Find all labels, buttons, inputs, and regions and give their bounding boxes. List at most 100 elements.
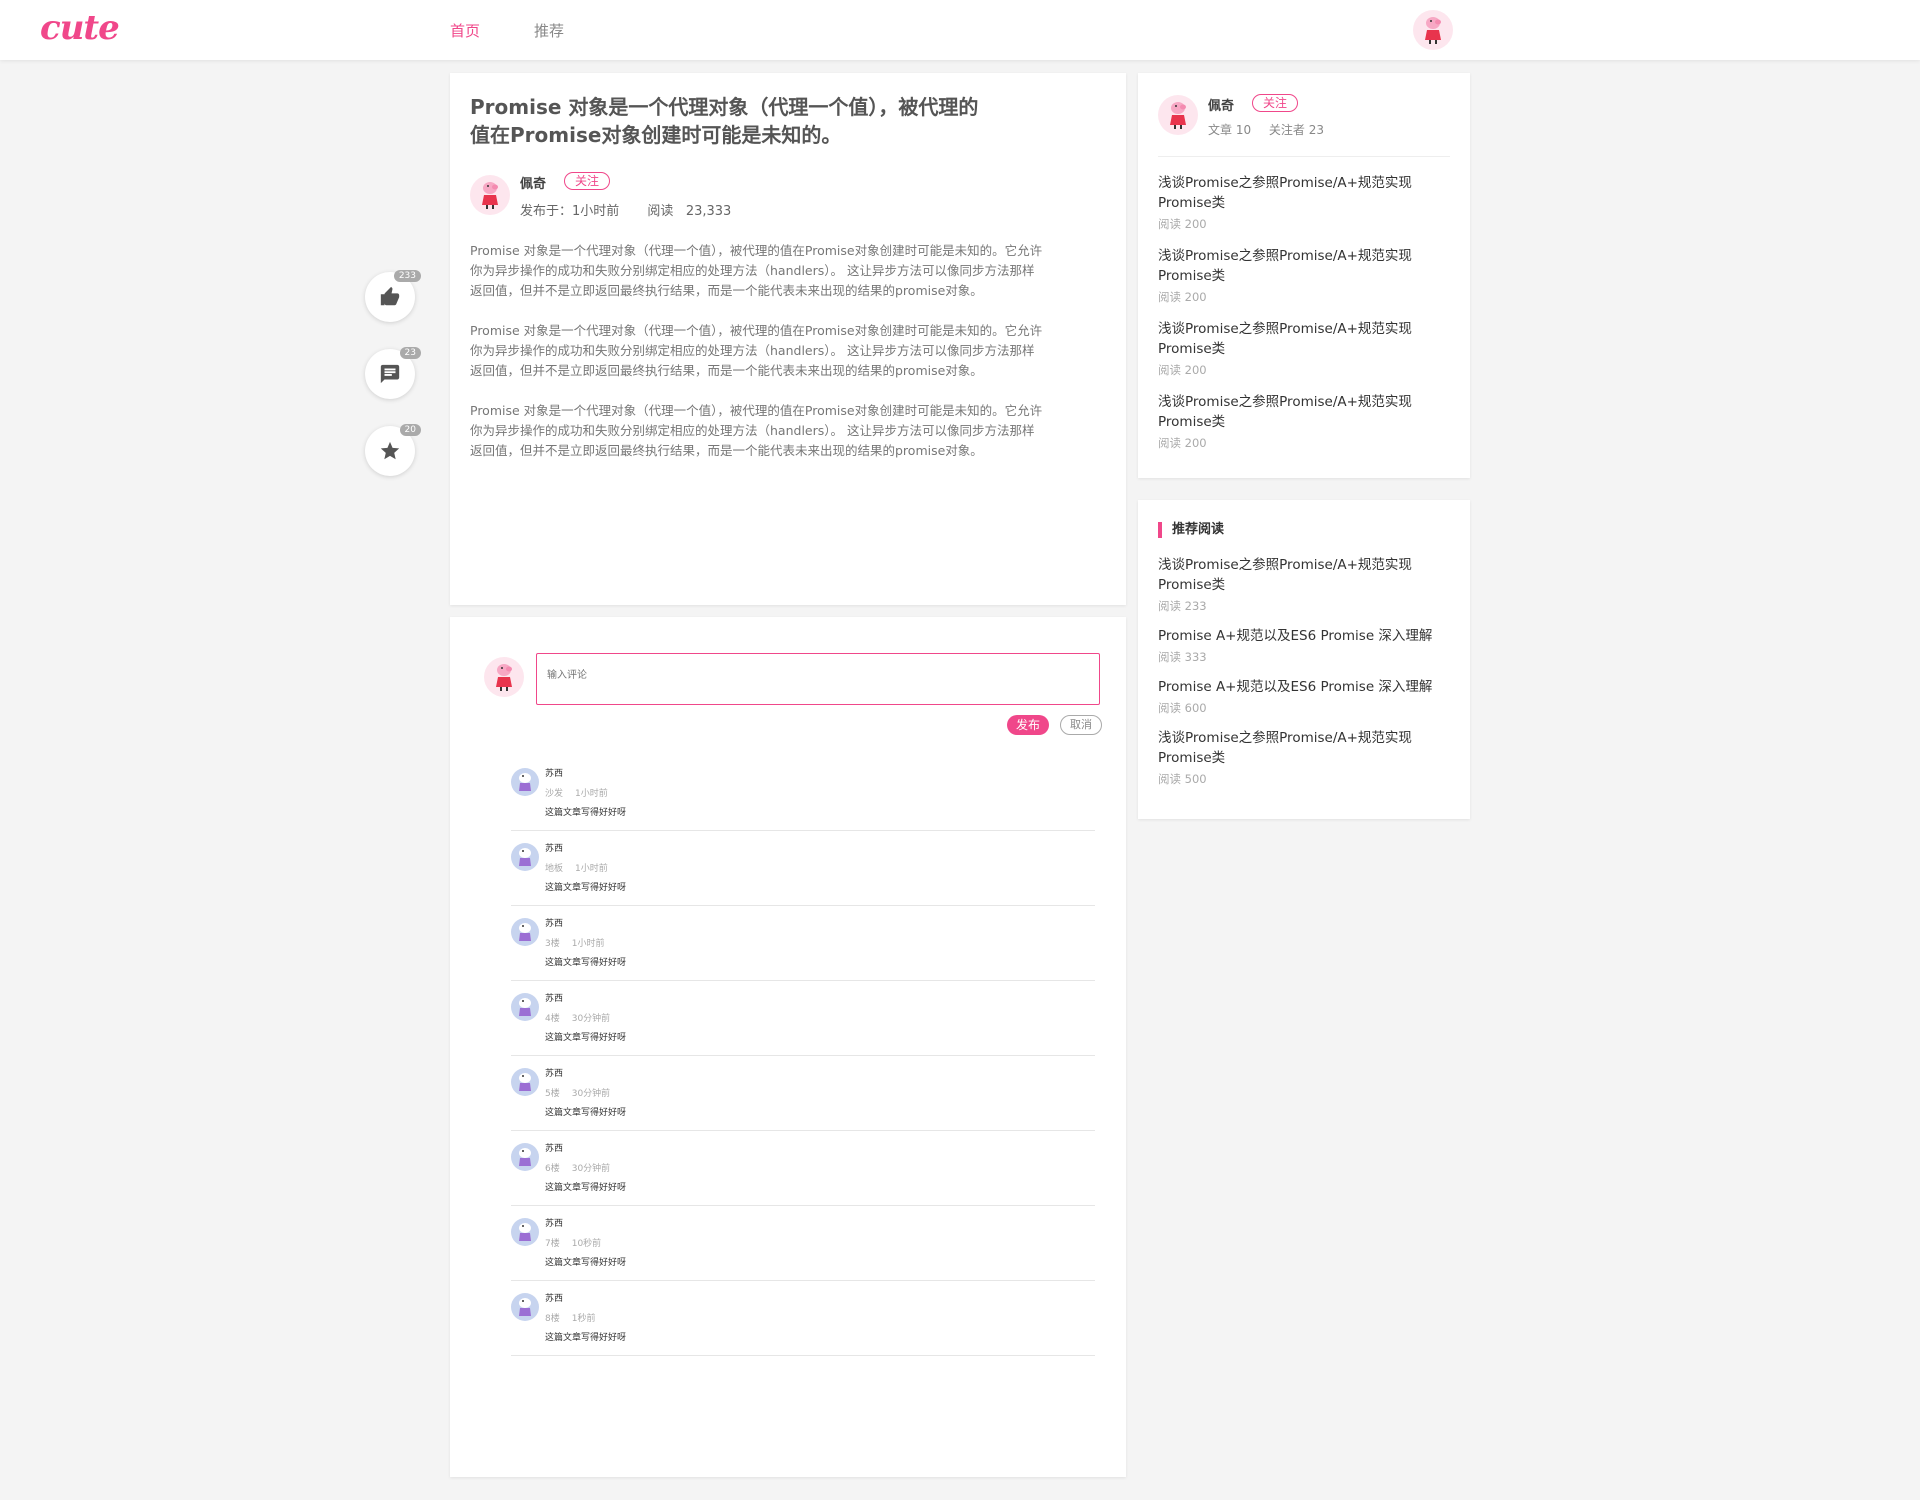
star-count-badge: 20 [399,424,421,436]
thumbs-up-icon [380,286,400,306]
list-item[interactable]: 浅谈Promise之参照Promise/A+规范实现Promise类 阅读 50… [1158,728,1448,787]
post-title[interactable]: 浅谈Promise之参照Promise/A+规范实现Promise类 [1158,728,1448,768]
commenter-avatar[interactable] [511,993,539,1021]
list-item[interactable]: Promise A+规范以及ES6 Promise 深入理解 阅读 600 [1158,677,1448,716]
commenter-avatar[interactable] [511,1143,539,1171]
comments-card: 发布 取消 苏西 沙发 1小时前 这篇文章写得好好呀 苏西 地板 1小时前 这篇文章… [450,617,1126,1477]
comment-text: 这篇文章写得好好呀 [545,883,627,893]
divider [1158,156,1450,157]
comment-time: 30分钟前 [571,1089,611,1099]
follow-button[interactable]: 关注 [564,172,610,190]
comment-time: 30分钟前 [571,1164,611,1174]
commenter-name: 苏西 [545,1144,564,1154]
post-title[interactable]: Promise A+规范以及ES6 Promise 深入理解 [1158,626,1448,646]
author-avatar[interactable] [470,175,510,215]
list-item[interactable]: 浅谈Promise之参照Promise/A+规范实现Promise类 阅读 23… [1158,555,1448,614]
comment-meta: 4楼 30分钟前 [545,1011,622,1024]
article-paragraph: Promise 对象是一个代理对象（代理一个值），被代理的值在Promise对象… [470,403,1043,458]
comment-text: 这篇文章写得好好呀 [545,808,627,818]
comment-meta: 沙发 1小时前 [545,786,620,799]
post-reads: 阅读 200 [1158,290,1207,304]
commenter-name: 苏西 [545,769,564,779]
post-reads: 阅读 200 [1158,436,1207,450]
suzy-avatar-icon [519,1148,531,1166]
post-reads: 阅读 500 [1158,772,1207,786]
comment-item: 苏西 5楼 30分钟前 这篇文章写得好好呀 [511,1056,1095,1131]
list-item[interactable]: 浅谈Promise之参照Promise/A+规范实现Promise类 阅读 20… [1158,319,1448,378]
read-count: 阅读 23,333 [647,204,732,219]
suzy-avatar-icon [519,848,531,866]
author-avatar[interactable] [1158,95,1198,135]
publish-button[interactable]: 发布 [1007,715,1049,735]
comment-floor: 3楼 [545,939,560,949]
suzy-avatar-icon [519,923,531,941]
post-title[interactable]: 浅谈Promise之参照Promise/A+规范实现Promise类 [1158,392,1448,432]
author-name[interactable]: 佩奇 [1208,95,1234,114]
comment-meta: 7楼 10秒前 [545,1236,613,1249]
commenter-avatar[interactable] [511,1218,539,1246]
list-item[interactable]: 浅谈Promise之参照Promise/A+规范实现Promise类 阅读 20… [1158,392,1448,451]
user-avatar[interactable] [1413,10,1453,50]
commenter-name: 苏西 [545,1219,564,1229]
author-name[interactable]: 佩奇 [520,173,546,192]
article-paragraph: Promise 对象是一个代理对象（代理一个值），被代理的值在Promise对象… [470,323,1043,378]
comment-floor: 8楼 [545,1314,560,1324]
comment-item: 苏西 7楼 10秒前 这篇文章写得好好呀 [511,1206,1095,1281]
nav-home[interactable]: 首页 [450,20,480,41]
commenter-avatar[interactable] [511,1293,539,1321]
post-title[interactable]: Promise A+规范以及ES6 Promise 深入理解 [1158,677,1448,697]
suzy-avatar-icon [519,1298,531,1316]
like-button[interactable]: 233 [365,270,421,322]
suzy-avatar-icon [519,1073,531,1091]
recommend-card: 推荐阅读 浅谈Promise之参照Promise/A+规范实现Promise类 … [1138,500,1470,819]
comment-floor: 5楼 [545,1089,560,1099]
post-reads: 阅读 200 [1158,363,1207,377]
follow-button[interactable]: 关注 [1252,94,1298,112]
list-item[interactable]: 浅谈Promise之参照Promise/A+规范实现Promise类 阅读 20… [1158,246,1448,305]
commenter-avatar[interactable] [511,843,539,871]
comment-item: 苏西 8楼 1秒前 这篇文章写得好好呀 [511,1281,1095,1356]
comment-text: 这篇文章写得好好呀 [545,1333,627,1343]
post-title[interactable]: 浅谈Promise之参照Promise/A+规范实现Promise类 [1158,319,1448,359]
post-reads: 阅读 200 [1158,217,1207,231]
site-logo[interactable]: cute [40,8,120,48]
post-title[interactable]: 浅谈Promise之参照Promise/A+规范实现Promise类 [1158,246,1448,286]
comment-list: 苏西 沙发 1小时前 这篇文章写得好好呀 苏西 地板 1小时前 这篇文章写得好好呀 … [511,756,1095,1356]
comment-text: 这篇文章写得好好呀 [545,1033,627,1043]
author-card: 佩奇 关注 文章 10 关注者 23 浅谈Promise之参照Promise/A… [1138,73,1470,478]
nav-recommend[interactable]: 推荐 [534,20,564,41]
comment-item: 苏西 6楼 30分钟前 这篇文章写得好好呀 [511,1131,1095,1206]
comment-floor: 4楼 [545,1014,560,1024]
comment-count-badge: 23 [399,347,421,359]
comment-floor: 地板 [545,864,564,874]
commenter-avatar[interactable] [511,768,539,796]
commenter-avatar[interactable] [511,1068,539,1096]
commenter-name: 苏西 [545,1294,564,1304]
top-navbar: cute 首页 推荐 [0,0,1920,60]
article-card: Promise 对象是一个代理对象（代理一个值），被代理的值在Promise对象… [450,73,1126,605]
comment-floor: 7楼 [545,1239,560,1249]
article-body: Promise 对象是一个代理对象（代理一个值），被代理的值在Promise对象… [470,241,1046,481]
peppa-avatar-icon [496,664,512,691]
suzy-avatar-icon [519,1223,531,1241]
post-reads: 阅读 600 [1158,701,1207,715]
cancel-button[interactable]: 取消 [1060,715,1102,735]
comment-text: 这篇文章写得好好呀 [545,1183,627,1193]
commenter-name: 苏西 [545,919,564,929]
commenter-avatar[interactable] [511,918,539,946]
comment-button[interactable]: 23 [365,347,421,399]
comment-item: 苏西 3楼 1小时前 这篇文章写得好好呀 [511,906,1095,981]
article-title: Promise 对象是一个代理对象（代理一个值），被代理的值在Promise对象… [470,95,979,147]
comment-meta: 5楼 30分钟前 [545,1086,622,1099]
list-item[interactable]: 浅谈Promise之参照Promise/A+规范实现Promise类 阅读 20… [1158,173,1448,232]
post-title[interactable]: 浅谈Promise之参照Promise/A+规范实现Promise类 [1158,173,1448,213]
article-paragraph: Promise 对象是一个代理对象（代理一个值），被代理的值在Promise对象… [470,243,1043,298]
comment-time: 10秒前 [571,1239,602,1249]
list-item[interactable]: Promise A+规范以及ES6 Promise 深入理解 阅读 333 [1158,626,1448,665]
comment-meta: 8楼 1秒前 [545,1311,607,1324]
star-button[interactable]: 20 [365,424,421,476]
post-title[interactable]: 浅谈Promise之参照Promise/A+规范实现Promise类 [1158,555,1448,595]
comment-input[interactable] [536,653,1100,705]
peppa-avatar-icon [1425,17,1441,44]
comment-text: 这篇文章写得好好呀 [545,1258,627,1268]
